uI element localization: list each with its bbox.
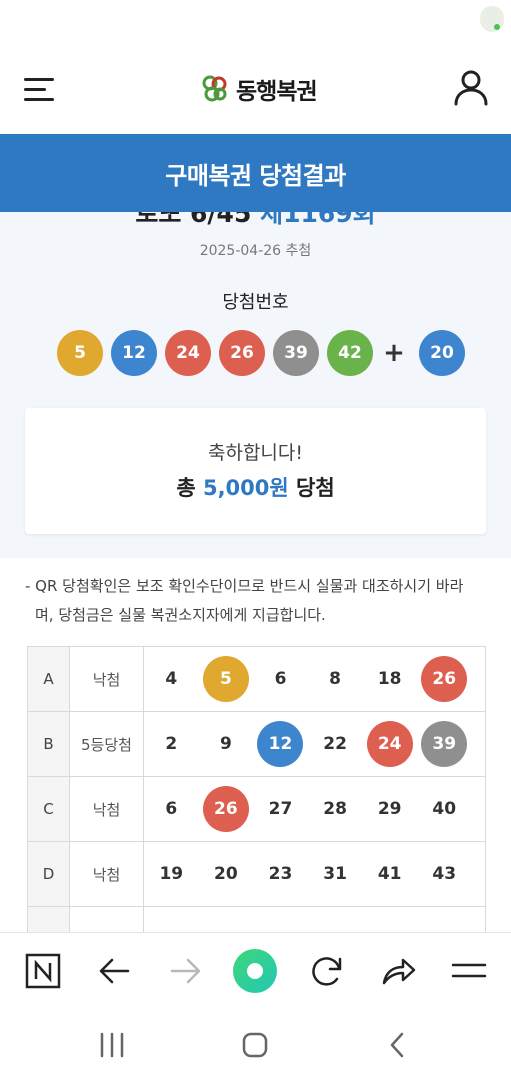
- ticket-table: A 낙첨 4 5 6 8 18 26 B 5등당첨 2 9 12 22 24 39 C 낙첨 6 26 27 28 29 40…: [27, 646, 486, 972]
- ticket-number: 19: [159, 864, 184, 884]
- bonus-ball: 20: [419, 330, 465, 376]
- ticket-status: 낙첨: [69, 841, 144, 907]
- ticket-numbers: 6 26 27 28 29 40: [143, 776, 486, 842]
- home-icon[interactable]: [235, 1028, 275, 1062]
- notice-text: - QR 당첨확인은 보조 확인수단이므로 반드시 실물과 대조하시기 바라 며…: [25, 572, 485, 630]
- ticket-key: B: [27, 711, 70, 777]
- round-title: 로또 6/45 제1169회: [0, 212, 511, 230]
- ticket-numbers: 19 20 23 31 41 43: [143, 841, 486, 907]
- congrats-text: 축하합니다!: [207, 442, 304, 464]
- result-card: 축하합니다! 총 5,000원 당첨: [25, 408, 486, 534]
- browser-toolbar: [0, 932, 511, 1008]
- ticket-number: 20: [214, 864, 238, 884]
- game-name: 로또 6/45: [135, 212, 252, 228]
- ticket-number: 29: [377, 799, 402, 819]
- refresh-icon[interactable]: [304, 948, 350, 994]
- ticket-row: A 낙첨 4 5 6 8 18 26: [27, 646, 486, 712]
- ticket-number: 22: [323, 734, 347, 754]
- share-icon[interactable]: [375, 948, 421, 994]
- ticket-number: 31: [323, 864, 347, 884]
- matched-number-ball: 26: [421, 656, 468, 702]
- mic-indicator-icon: [480, 6, 504, 32]
- menu-lines-icon[interactable]: [446, 948, 492, 994]
- ticket-row: C 낙첨 6 26 27 28 29 40: [27, 776, 486, 842]
- ticket-number: 5: [199, 656, 254, 702]
- ticket-number: 12: [253, 721, 308, 767]
- ticket-number: 23: [268, 864, 293, 884]
- recent-apps-icon[interactable]: [92, 1028, 132, 1062]
- back-chevron-icon[interactable]: [378, 1028, 418, 1062]
- page-title: 구매복권 당첨결과: [165, 161, 346, 190]
- prize-amount: 5,000원: [202, 476, 289, 500]
- green-dot-icon[interactable]: [232, 948, 278, 994]
- notice-line-2: 며, 당첨금은 실물 복권소지자에게 지급합니다.: [35, 606, 326, 624]
- winning-numbers: 5 12 24 26 39 42 +20: [57, 330, 473, 376]
- round-number: 제1169회: [260, 212, 376, 228]
- ticket-number: 26: [199, 786, 254, 832]
- system-navigation-bar: [0, 1008, 511, 1080]
- ticket-key: C: [27, 776, 70, 842]
- ticket-numbers: 4 5 6 8 18 26: [143, 646, 486, 712]
- logo[interactable]: 동행복권: [200, 72, 318, 106]
- winning-ball: 39: [273, 330, 319, 376]
- ticket-number: 40: [432, 799, 457, 819]
- notice-line-1: - QR 당첨확인은 보조 확인수단이므로 반드시 실물과 대조하시기 바라: [25, 577, 464, 595]
- ticket-number: 41: [377, 864, 402, 884]
- page-banner: 구매복권 당첨결과: [0, 134, 511, 212]
- winning-ball: 12: [111, 330, 157, 376]
- ticket-status: 5등당첨: [69, 711, 144, 777]
- ticket-number: 28: [323, 799, 347, 819]
- forward-arrow-icon[interactable]: [162, 948, 208, 994]
- clover-logo-icon: [202, 75, 227, 102]
- matched-number-ball: 12: [257, 721, 304, 767]
- ticket-number: 2: [165, 734, 178, 754]
- matched-number-ball: 5: [202, 656, 249, 702]
- ticket-key: A: [27, 646, 70, 712]
- winning-ball: 42: [327, 330, 373, 376]
- ticket-number: 18: [377, 669, 402, 689]
- matched-number-ball: 24: [366, 721, 413, 767]
- ticket-number: 4: [165, 669, 178, 689]
- draw-summary: 로또 6/45 제1169회 2025-04-26 추첨 당첨번호 5 12 24 2…: [0, 212, 511, 558]
- ticket-row: D 낙첨 19 20 23 31 41 43: [27, 841, 486, 907]
- ticket-number: 24: [362, 721, 417, 767]
- hamburger-menu-icon[interactable]: [24, 76, 56, 104]
- ticket-number: 9: [219, 734, 232, 754]
- naver-n-icon[interactable]: [20, 948, 66, 994]
- ticket-number: 26: [417, 656, 472, 702]
- ticket-status: 낙첨: [69, 776, 144, 842]
- ticket-row: B 5등당첨 2 9 12 22 24 39: [27, 711, 486, 777]
- ticket-key: D: [27, 841, 70, 907]
- ticket-number: 6: [165, 799, 178, 819]
- user-icon[interactable]: [452, 68, 490, 108]
- prize-text: 총 5,000원 당첨: [25, 472, 486, 502]
- back-arrow-icon[interactable]: [92, 948, 138, 994]
- winning-numbers-label: 당첨번호: [222, 292, 289, 313]
- matched-number-ball: 39: [421, 721, 468, 767]
- plus-sign: +: [383, 338, 405, 368]
- ticket-status: 낙첨: [69, 646, 144, 712]
- logo-text: 동행복권: [236, 79, 318, 105]
- app-header: 동행복권: [0, 52, 511, 134]
- winning-ball: 5: [57, 330, 103, 376]
- ticket-number: 8: [329, 669, 341, 689]
- ticket-number: 43: [432, 864, 457, 884]
- draw-date: 2025-04-26 추첨: [199, 243, 312, 259]
- winning-ball: 24: [165, 330, 211, 376]
- prize-suffix: 당첨: [296, 476, 335, 500]
- ticket-number: 6: [274, 669, 287, 689]
- winning-ball: 26: [219, 330, 265, 376]
- ticket-number: 39: [417, 721, 472, 767]
- ticket-number: 27: [268, 799, 293, 819]
- ticket-numbers: 2 9 12 22 24 39: [143, 711, 486, 777]
- matched-number-ball: 26: [202, 786, 249, 832]
- prize-prefix: 총: [176, 476, 196, 500]
